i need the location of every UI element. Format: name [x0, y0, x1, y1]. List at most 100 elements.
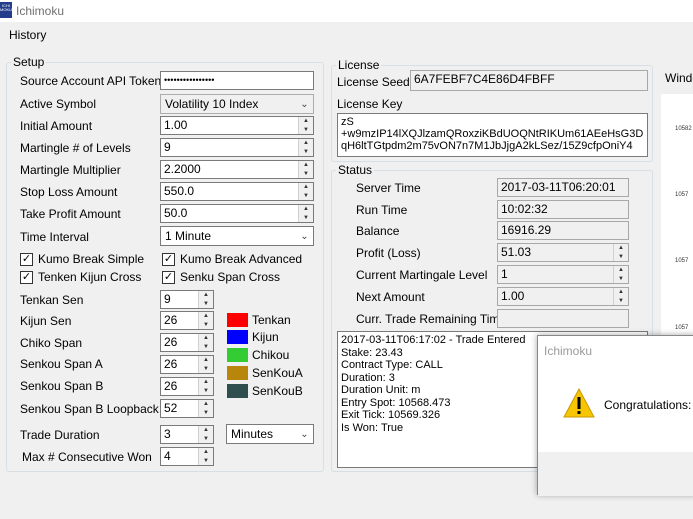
senkou-b-loopback-spinner[interactable]: ▲ ▼ [198, 400, 213, 417]
kumo-simple-checkbox[interactable]: ✓ Kumo Break Simple [20, 252, 144, 266]
spin-up-icon[interactable]: ▲ [199, 291, 213, 300]
kijun-sen-label: Kijun Sen [20, 314, 72, 328]
martingale-levels-input[interactable]: 9 [160, 138, 314, 157]
martingale-multiplier-input[interactable]: 2.2000 [160, 160, 314, 179]
initial-amount-spinner[interactable]: ▲ ▼ [298, 117, 313, 134]
max-won-spinner[interactable]: ▲ ▼ [198, 448, 213, 465]
kumo-simple-label: Kumo Break Simple [38, 252, 145, 266]
kumo-advanced-checkbox[interactable]: ✓ Kumo Break Advanced [162, 252, 302, 266]
tenken-kijun-checkbox[interactable]: ✓ Tenken Kijun Cross [20, 270, 141, 284]
spin-up-icon[interactable]: ▲ [199, 334, 213, 343]
remaining-time-field [497, 309, 629, 328]
trade-duration-spinner[interactable]: ▲ ▼ [198, 426, 213, 443]
stop-loss-input[interactable]: 550.0 [160, 182, 314, 201]
kumo-advanced-label: Kumo Break Advanced [180, 252, 303, 266]
spin-down-icon[interactable]: ▼ [199, 387, 213, 396]
dialog-message: Congratulations: [604, 398, 692, 412]
license-seed-field[interactable]: 6A7FEBF7C4E86D4FBFF [410, 70, 648, 91]
spin-up-icon[interactable]: ▲ [199, 356, 213, 365]
checkbox-check-icon[interactable]: ✓ [162, 270, 175, 284]
take-profit-label: Take Profit Amount [20, 207, 121, 221]
spin-up-icon[interactable]: ▲ [199, 378, 213, 387]
spin-up-icon[interactable]: ▲ [299, 117, 313, 126]
martingale-levels-label: Martingle # of Levels [20, 141, 131, 155]
spin-down-icon[interactable]: ▼ [199, 321, 213, 330]
profit-label: Profit (Loss) [356, 246, 421, 260]
spin-down-icon[interactable]: ▼ [299, 148, 313, 157]
checkbox-check-icon[interactable]: ✓ [162, 252, 175, 266]
source-token-input[interactable]: •••••••••••••••• [160, 71, 314, 90]
time-interval-value: 1 Minute [165, 229, 212, 243]
trade-duration-unit-value: Minutes [231, 427, 274, 441]
active-symbol-select[interactable]: Volatility 10 Index ⌄ [160, 94, 314, 114]
kijun-sen-spinner[interactable]: ▲ ▼ [198, 312, 213, 329]
spin-down-icon[interactable]: ▼ [299, 214, 313, 223]
max-won-label: Max # Consecutive Won [22, 450, 152, 464]
senkou-b-spinner[interactable]: ▲ ▼ [198, 378, 213, 395]
spin-down-icon[interactable]: ▼ [199, 409, 213, 418]
senkoua-legend-label: SenKouA [252, 366, 303, 380]
chart-tick-label: 1057 [675, 192, 689, 198]
next-amount-label: Next Amount [356, 290, 425, 304]
martingale-levels-spinner[interactable]: ▲ ▼ [298, 139, 313, 156]
spin-down-icon[interactable]: ▼ [199, 457, 213, 466]
spin-up-icon[interactable]: ▲ [199, 400, 213, 409]
license-key-line: zS [341, 116, 354, 128]
checkbox-check-icon[interactable]: ✓ [20, 270, 33, 284]
title-bar: ICHI MOKU Ichimoku [0, 0, 693, 22]
tenken-kijun-label: Tenken Kijun Cross [38, 270, 142, 284]
take-profit-spinner[interactable]: ▲ ▼ [298, 205, 313, 222]
martingale-multiplier-label: Martingle Multiplier [20, 163, 121, 177]
spin-down-icon[interactable]: ▼ [199, 300, 213, 309]
spin-up-icon[interactable]: ▲ [199, 448, 213, 457]
initial-amount-input[interactable]: 1.00 [160, 116, 314, 135]
server-time-field: 2017-03-11T06:20:01 [497, 178, 629, 197]
spin-down-icon[interactable]: ▼ [199, 365, 213, 374]
active-symbol-label: Active Symbol [20, 97, 97, 111]
spin-down-icon[interactable]: ▼ [199, 435, 213, 444]
senkou-a-spinner[interactable]: ▲ ▼ [198, 356, 213, 373]
senkou-b-label: Senkou Span B [20, 379, 104, 393]
chart-tick-label: 1057 [675, 325, 689, 331]
spin-up-icon[interactable]: ▲ [199, 426, 213, 435]
warning-icon [563, 387, 595, 421]
spin-up-icon[interactable]: ▲ [299, 183, 313, 192]
chart-tick-label: 1057 [675, 258, 689, 264]
spin-up-icon[interactable]: ▲ [299, 139, 313, 148]
tenkan-sen-label: Tenkan Sen [20, 293, 84, 307]
profit-spinner: ▲ ▼ [613, 244, 628, 261]
spin-down-icon[interactable]: ▼ [299, 126, 313, 135]
license-key-line: +w9mzIP14lXQJlzamQRoxziKBdUOQNtRIKUm61AE… [341, 128, 644, 140]
spin-down-icon[interactable]: ▼ [199, 343, 213, 352]
balance-label: Balance [356, 224, 400, 238]
next-amount-spinner: ▲ ▼ [613, 288, 628, 305]
martingale-multiplier-spinner[interactable]: ▲ ▼ [298, 161, 313, 178]
server-time-label: Server Time [356, 181, 421, 195]
spin-up-icon[interactable]: ▲ [299, 161, 313, 170]
spin-down-icon: ▼ [618, 275, 624, 282]
spin-up-icon[interactable]: ▲ [199, 312, 213, 321]
spin-up-icon[interactable]: ▲ [299, 205, 313, 214]
chevron-down-icon[interactable]: ⌄ [296, 227, 313, 245]
take-profit-input[interactable]: 50.0 [160, 204, 314, 223]
kijun-swatch [227, 330, 248, 344]
time-interval-select[interactable]: 1 Minute ⌄ [160, 226, 314, 246]
chevron-down-icon[interactable]: ⌄ [296, 425, 313, 443]
senku-span-checkbox[interactable]: ✓ Senku Span Cross [162, 270, 280, 284]
checkbox-check-icon[interactable]: ✓ [20, 252, 33, 266]
dialog-title: Ichimoku [544, 344, 593, 358]
stop-loss-spinner[interactable]: ▲ ▼ [298, 183, 313, 200]
menu-history[interactable]: History [9, 28, 46, 42]
license-key-field[interactable]: zS +w9mzIP14lXQJlzamQRoxziKBdUOQNtRIKUm6… [337, 113, 648, 157]
dialog-footer [538, 452, 693, 496]
remaining-time-label: Curr. Trade Remaining Time [356, 312, 507, 326]
tenkan-sen-spinner[interactable]: ▲ ▼ [198, 291, 213, 308]
trade-duration-unit-select[interactable]: Minutes ⌄ [226, 424, 314, 444]
spin-down-icon[interactable]: ▼ [299, 170, 313, 179]
chiko-span-spinner[interactable]: ▲ ▼ [198, 334, 213, 351]
chevron-down-icon[interactable]: ⌄ [296, 95, 313, 113]
martingale-level-label: Current Martingale Level [356, 268, 488, 282]
senkou-a-label: Senkou Span A [20, 357, 103, 371]
source-token-label: Source Account API Token [20, 74, 162, 88]
spin-down-icon[interactable]: ▼ [299, 192, 313, 201]
